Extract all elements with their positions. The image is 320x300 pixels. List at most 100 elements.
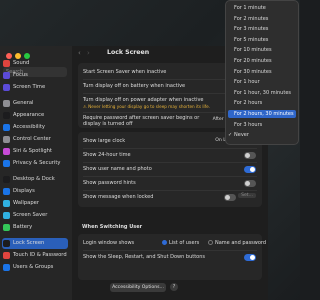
sidebar-item-label: Displays <box>13 188 35 194</box>
forward-button[interactable]: › <box>87 49 90 57</box>
page-title: Lock Screen <box>107 49 150 56</box>
warning-text: ⚠ Never letting your display go to sleep… <box>83 104 210 109</box>
sidebar-item-label: Focus <box>13 72 28 78</box>
sidebar-item-label: Wallpaper <box>13 200 39 206</box>
sidebar-item-displays[interactable]: Displays <box>0 186 72 197</box>
sidebar-item-label: Screen Time <box>13 84 46 90</box>
menu-item-label: For 2 hours <box>234 100 263 107</box>
sidebar-item-sound[interactable]: Sound <box>0 58 72 69</box>
sidebar-item-privacy-security[interactable]: Privacy & Security <box>0 158 72 169</box>
display-icon <box>3 188 10 195</box>
wallpaper-icon <box>3 200 10 207</box>
set-message-button[interactable]: Set... <box>238 193 256 198</box>
warning-message: Never letting your display go to sleep m… <box>88 104 211 109</box>
user-photo-toggle[interactable] <box>244 166 256 173</box>
menu-item[interactable]: For 30 minutes <box>228 68 296 76</box>
sidebar-item-label: Privacy & Security <box>13 160 61 166</box>
menu-item-label: For 1 hour, 30 minutes <box>234 89 291 96</box>
sidebar-item-battery[interactable]: Battery <box>0 222 72 233</box>
sidebar-item-touch-id-password[interactable]: Touch ID & Password <box>0 250 72 261</box>
menu-item[interactable]: For 2 hours <box>228 99 296 107</box>
menu-item-label: For 5 minutes <box>234 36 269 43</box>
sidebar-item-label: Accessibility <box>13 124 45 130</box>
sidebar-item-users-groups[interactable]: Users & Groups <box>0 262 72 273</box>
menu-item-label: For 20 minutes <box>234 58 272 64</box>
user-photo-label: Show user name and photo <box>83 166 152 172</box>
screen-saver-label: Start Screen Saver when inactive <box>83 69 167 75</box>
menu-item-label: For 1 minute <box>234 5 266 11</box>
menu-item-label: For 2 minutes <box>234 15 269 22</box>
clock-24h-toggle[interactable] <box>244 152 256 159</box>
login-option-name-label: Name and password <box>215 240 267 246</box>
large-clock-label: Show large clock <box>83 138 126 144</box>
sleep-buttons-label: Show the Sleep, Restart, and Shut Down b… <box>83 254 206 260</box>
menu-item[interactable]: For 10 minutes <box>228 46 296 54</box>
menu-item-label: Never <box>234 132 249 139</box>
switching-user-group: Login window shows List of users Name an… <box>78 234 266 280</box>
menu-item[interactable]: For 5 minutes <box>228 36 296 44</box>
battery-icon <box>3 224 10 231</box>
menu-item[interactable]: For 20 minutes <box>228 57 296 65</box>
login-option-name[interactable]: Name and password <box>208 240 266 246</box>
hand-icon <box>3 160 10 167</box>
sidebar-item-desktop-dock[interactable]: Desktop & Dock <box>0 174 72 185</box>
menu-item[interactable]: For 3 minutes <box>228 25 296 33</box>
sidebar-item-label: Battery <box>13 224 33 230</box>
radio-name-password[interactable] <box>208 240 213 245</box>
sidebar-item-label: Sound <box>13 60 30 66</box>
sidebar-item-label: Siri & Spotlight <box>13 148 52 154</box>
lock-icon <box>3 240 10 247</box>
menu-item-label: For 1 hour <box>234 79 260 86</box>
sidebar-item-lock-screen[interactable]: Lock Screen <box>2 238 68 249</box>
menu-item[interactable]: For 3 hours <box>228 121 296 129</box>
gear-icon <box>3 100 10 107</box>
control-center-icon <box>3 136 10 143</box>
password-hints-label: Show password hints <box>83 180 136 186</box>
sidebar-item-siri-spotlight[interactable]: Siri & Spotlight <box>0 146 72 157</box>
sidebar-item-general[interactable]: General <box>0 98 72 109</box>
sidebar-item-wallpaper[interactable]: Wallpaper <box>0 198 72 209</box>
display-off-adapter-label: Turn display off on power adapter when i… <box>83 97 204 103</box>
menu-item-label: For 30 minutes <box>234 68 272 75</box>
sidebar-item-focus[interactable]: Focus <box>0 70 72 81</box>
display-off-dropdown-menu: For 1 minute For 2 minutes For 3 minutes Fo… <box>225 0 299 145</box>
require-password-label-2: display is turned off <box>83 121 133 127</box>
sidebar-item-label: Users & Groups <box>13 264 54 270</box>
help-button[interactable]: ? <box>170 283 178 291</box>
sound-icon <box>3 60 10 67</box>
sidebar-item-label: Screen Saver <box>13 212 48 218</box>
menu-item[interactable]: For 1 hour <box>228 78 296 86</box>
login-window-label: Login window shows <box>83 240 135 246</box>
menu-item[interactable]: ✓ Never <box>228 131 296 139</box>
menu-item[interactable]: For 1 minute <box>228 4 296 12</box>
screen-time-icon <box>3 84 10 91</box>
radio-list-of-users[interactable] <box>162 240 167 245</box>
sidebar-item-appearance[interactable]: Appearance <box>0 110 72 121</box>
menu-item[interactable]: For 2 minutes <box>228 15 296 23</box>
switching-user-header: When Switching User <box>82 224 143 230</box>
sidebar-item-screen-time[interactable]: Screen Time <box>0 82 72 93</box>
login-option-list[interactable]: List of users <box>162 240 199 246</box>
back-button[interactable]: ‹ <box>78 49 81 57</box>
sidebar-item-screen-saver[interactable]: Screen Saver <box>0 210 72 221</box>
sidebar-item-label: Touch ID & Password <box>13 252 67 258</box>
sidebar-item-label: Lock Screen <box>13 240 45 246</box>
focus-icon <box>3 72 10 79</box>
sidebar-item-control-center[interactable]: Control Center <box>0 134 72 145</box>
menu-item[interactable]: For 2 hours, 30 minutes <box>228 110 296 119</box>
sleep-buttons-toggle[interactable] <box>244 254 256 261</box>
message-locked-toggle[interactable] <box>224 194 236 201</box>
checkmark-icon: ✓ <box>228 132 233 139</box>
dock-icon <box>3 176 10 183</box>
password-hints-toggle[interactable] <box>244 180 256 187</box>
sidebar-item-accessibility[interactable]: Accessibility <box>0 122 72 133</box>
fingerprint-icon <box>3 252 10 259</box>
accessibility-options-button[interactable]: Accessibility Options... <box>110 283 166 292</box>
sidebar-item-label: General <box>13 100 34 106</box>
menu-item-label: For 3 minutes <box>234 26 269 33</box>
appearance-icon <box>3 112 10 119</box>
menu-item-label: For 2 hours, 30 minutes <box>234 111 294 117</box>
sidebar-item-label: Control Center <box>13 136 51 142</box>
message-locked-label: Show message when locked <box>83 194 154 200</box>
menu-item[interactable]: For 1 hour, 30 minutes <box>228 89 296 97</box>
